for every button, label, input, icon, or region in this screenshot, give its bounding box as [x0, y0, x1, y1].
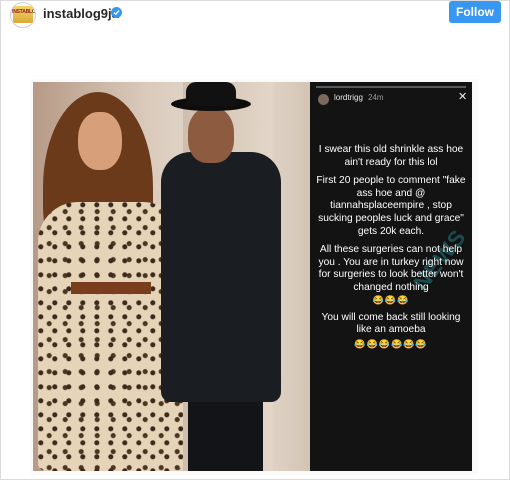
post-media[interactable]: lordtrigg 24m ✕ NEWS I swear this old sh… [30, 79, 478, 475]
man-head [188, 107, 234, 163]
story-screenshot: lordtrigg 24m ✕ NEWS I swear this old sh… [310, 82, 472, 471]
story-caption: I swear this old shrinkle ass hoe ain't … [314, 144, 468, 356]
verified-badge-icon [111, 7, 122, 18]
follow-button[interactable]: Follow [449, 1, 501, 23]
post-header: INSTABLOG9JA instablog9ja Follow [1, 1, 509, 29]
story-username: lordtrigg [334, 93, 363, 102]
laughing-emoji-row: 😂😂😂 [372, 294, 410, 305]
close-icon[interactable]: ✕ [458, 90, 467, 103]
man-shirt [161, 152, 281, 402]
avatar-logo-text: INSTABLOG9JA [12, 9, 36, 15]
story-avatar [318, 94, 329, 105]
dress-belt [71, 282, 151, 294]
story-line: You will come back still looking like an… [321, 311, 461, 336]
woman-face [78, 112, 122, 170]
story-timestamp: 24m [368, 93, 384, 102]
couple-photo [33, 82, 310, 471]
instagram-embed: INSTABLOG9JA instablog9ja Follow lordtri… [0, 0, 510, 480]
story-line: All these surgeries can not help you . Y… [318, 244, 464, 293]
story-line: I swear this old shrinkle ass hoe ain't … [318, 144, 464, 168]
story-line: First 20 people to comment "fake ass hoe… [316, 175, 466, 237]
hat-crown [186, 82, 236, 106]
story-progress-bar [316, 86, 466, 88]
account-username[interactable]: instablog9ja [43, 6, 119, 21]
account-avatar[interactable]: INSTABLOG9JA [10, 2, 36, 28]
laughing-emoji-row: 😂😂😂😂😂😂 [354, 338, 428, 349]
